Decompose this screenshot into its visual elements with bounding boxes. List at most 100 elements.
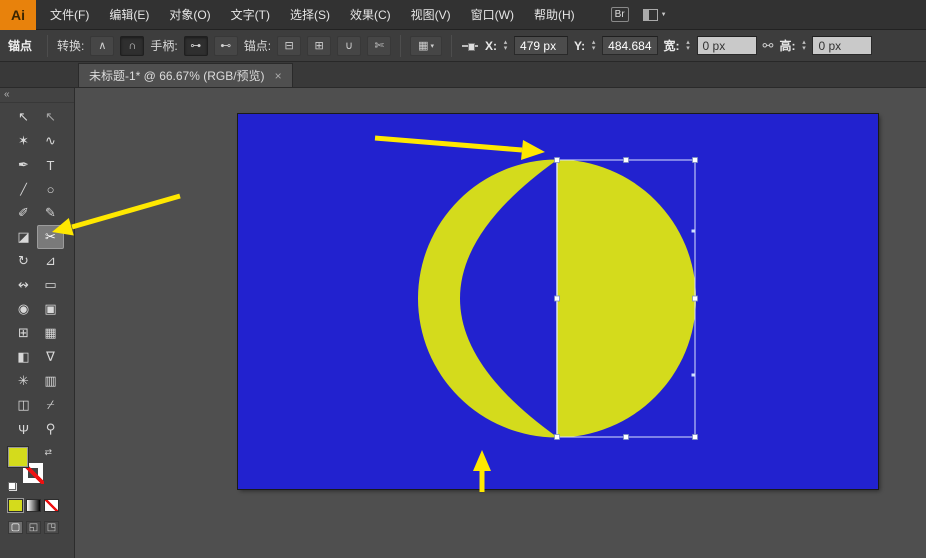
eyedropper-tool[interactable]: ∇ (37, 345, 64, 369)
anchor-point[interactable] (691, 373, 695, 377)
hand-tool[interactable]: Ψ (10, 417, 37, 441)
panel-collapse-button[interactable]: « (0, 88, 74, 103)
draw-normal-button[interactable]: ▢ (8, 521, 23, 534)
width-label: 宽: (663, 39, 680, 53)
width-input[interactable]: 0 px (696, 36, 757, 55)
none-button[interactable] (44, 499, 59, 512)
gradient-tool[interactable]: ◧ (10, 345, 37, 369)
color-mode-buttons (7, 498, 74, 513)
free-transform-tool[interactable]: ▭ (37, 273, 64, 297)
width-tool[interactable]: ↭ (10, 273, 37, 297)
width-stepper[interactable]: ▴ ▾ (683, 39, 694, 52)
control-bar: 锚点 转换: ∧ ∩ 手柄: ⊶ ⊷ 锚点: ⊟ ⊞ ∪ ✄ ▦ ▾ X: ▴ ▾ … (0, 30, 926, 62)
direct-selection-tool[interactable]: ↖ (37, 105, 64, 129)
fill-swatch[interactable] (8, 447, 28, 467)
artboard[interactable] (237, 113, 879, 490)
symbol-sprayer-tool[interactable]: ✳ (10, 369, 37, 393)
menu-bar: Ai 文件(F) 编辑(E) 对象(O) 文字(T) 选择(S) 效果(C) 视图(V) 窗口… (0, 0, 926, 30)
hide-handles-button[interactable]: ⊷ (213, 35, 238, 56)
workspace-switcher-button[interactable]: ▼ (642, 8, 667, 21)
paintbrush-tool[interactable]: ✐ (10, 201, 37, 225)
select-similar-dropdown[interactable]: ▦ ▾ (410, 35, 443, 56)
slice-tool[interactable]: ⌿ (37, 393, 64, 417)
document-tab[interactable]: 未标题-1* @ 66.67% (RGB/预览) × (78, 63, 293, 87)
handle-middle-left[interactable] (554, 295, 560, 302)
menu-item-7[interactable]: 视图(V) (401, 0, 461, 30)
convert-to-smooth-button[interactable]: ∩ (120, 35, 145, 56)
selection-tool[interactable]: ↖ (10, 105, 37, 129)
stepper-down-icon[interactable]: ▾ (802, 45, 806, 52)
live-paint-bucket-tool[interactable]: ▣ (37, 297, 64, 321)
perspective-grid-tool[interactable]: ⊞ (10, 321, 37, 345)
handle-top-right[interactable] (692, 157, 698, 163)
type-tool[interactable]: T (37, 153, 64, 177)
cut-path-button[interactable]: ✄ (367, 35, 392, 56)
height-input[interactable]: 0 px (812, 36, 873, 55)
menu-item-2[interactable]: 编辑(E) (99, 0, 159, 30)
menu-item-3[interactable]: 对象(O) (159, 0, 220, 30)
height-label: 高: (779, 39, 796, 53)
height-stepper[interactable]: ▴ ▾ (798, 39, 809, 52)
scale-tool[interactable]: ⊿ (37, 249, 64, 273)
ellipse-tool[interactable]: ○ (37, 177, 64, 201)
menu-item-8[interactable]: 窗口(W) (461, 0, 524, 30)
y-label: Y: (574, 38, 586, 53)
menu-item-9[interactable]: 帮助(H) (524, 0, 585, 30)
handle-top-center[interactable] (623, 157, 629, 163)
swap-fill-stroke-icon[interactable]: ⇄ (44, 447, 52, 458)
anchor-point[interactable] (691, 229, 695, 233)
handle-middle-right[interactable] (692, 295, 698, 302)
draw-behind-button[interactable]: ◱ (26, 521, 41, 534)
pencil-tool[interactable]: ✎ (37, 201, 64, 225)
convert-to-corner-button[interactable]: ∧ (90, 35, 115, 56)
stepper-down-icon[interactable]: ▾ (686, 45, 690, 52)
menu-item-1[interactable]: 文件(F) (40, 0, 99, 30)
column-graph-tool[interactable]: ▥ (37, 369, 64, 393)
tab-close-button[interactable]: × (275, 69, 282, 83)
y-input[interactable]: 484.684 (602, 36, 658, 55)
mesh-tool[interactable]: ▦ (37, 321, 64, 345)
x-stepper[interactable]: ▴ ▾ (500, 39, 511, 52)
y-stepper[interactable]: ▴ ▾ (588, 39, 599, 52)
bridge-button[interactable]: Br (610, 7, 629, 22)
default-fill-stroke-icon[interactable] (8, 482, 17, 491)
scissors-tool[interactable]: ✂ (37, 225, 64, 249)
lasso-tool[interactable]: ∿ (37, 129, 64, 153)
caret-down-icon: ▼ (660, 11, 667, 18)
menu-item-6[interactable]: 效果(C) (340, 0, 401, 30)
canvas-area[interactable] (75, 88, 926, 558)
artboard-tool[interactable]: ◫ (10, 393, 37, 417)
convert-label: 转换: (57, 39, 85, 53)
x-input[interactable]: 479 px (514, 36, 569, 55)
menu-item-4[interactable]: 文字(T) (221, 0, 280, 30)
zoom-tool[interactable]: ⚲ (37, 417, 64, 441)
show-handles-button[interactable]: ⊶ (183, 35, 208, 56)
shape-builder-tool[interactable]: ◉ (10, 297, 37, 321)
add-anchor-button[interactable]: ⊞ (307, 35, 332, 56)
handle-bottom-center[interactable] (623, 434, 629, 440)
stepper-down-icon[interactable]: ▾ (504, 45, 508, 52)
magic-wand-tool[interactable]: ✶ (10, 129, 37, 153)
eraser-tool[interactable]: ◪ (10, 225, 37, 249)
color-button[interactable] (7, 498, 24, 513)
constrain-proportions-icon[interactable]: ⚯ (763, 38, 774, 54)
x-field-group: X: ▴ ▾ 479 px (485, 36, 569, 55)
handle-bottom-left[interactable] (554, 434, 560, 440)
handle-top-left[interactable] (554, 157, 560, 163)
handle-bottom-right[interactable] (692, 434, 698, 440)
pen-tool[interactable]: ✒ (10, 153, 37, 177)
anchor-point-size-icon[interactable] (461, 36, 479, 56)
remove-anchor-button[interactable]: ⊟ (277, 35, 302, 56)
rotate-tool[interactable]: ↻ (10, 249, 37, 273)
gradient-button[interactable] (26, 499, 41, 512)
menu-item-5[interactable]: 选择(S) (280, 0, 340, 30)
tools-panel: « ↖ ↖ ✶ ∿ ✒ T ╱ ○ ✐ ✎ ◪ ✂ ↻ ⊿ ↭ ▭ ◉ ▣ ⊞ ▦ ◧ ∇ ✳ ▥ ◫ ⌿ Ψ ⚲ ⇄ ▢ ◱ ◳ (0, 88, 75, 558)
app-logo[interactable]: Ai (0, 0, 36, 30)
connect-endpoints-button[interactable]: ∪ (337, 35, 362, 56)
line-segment-tool[interactable]: ╱ (10, 177, 37, 201)
draw-inside-button[interactable]: ◳ (44, 521, 59, 534)
separator (400, 34, 402, 57)
stepper-down-icon[interactable]: ▾ (592, 45, 596, 52)
artwork (418, 157, 698, 440)
menu-items: 文件(F) 编辑(E) 对象(O) 文字(T) 选择(S) 效果(C) 视图(V) 窗口(W)… (40, 0, 585, 29)
